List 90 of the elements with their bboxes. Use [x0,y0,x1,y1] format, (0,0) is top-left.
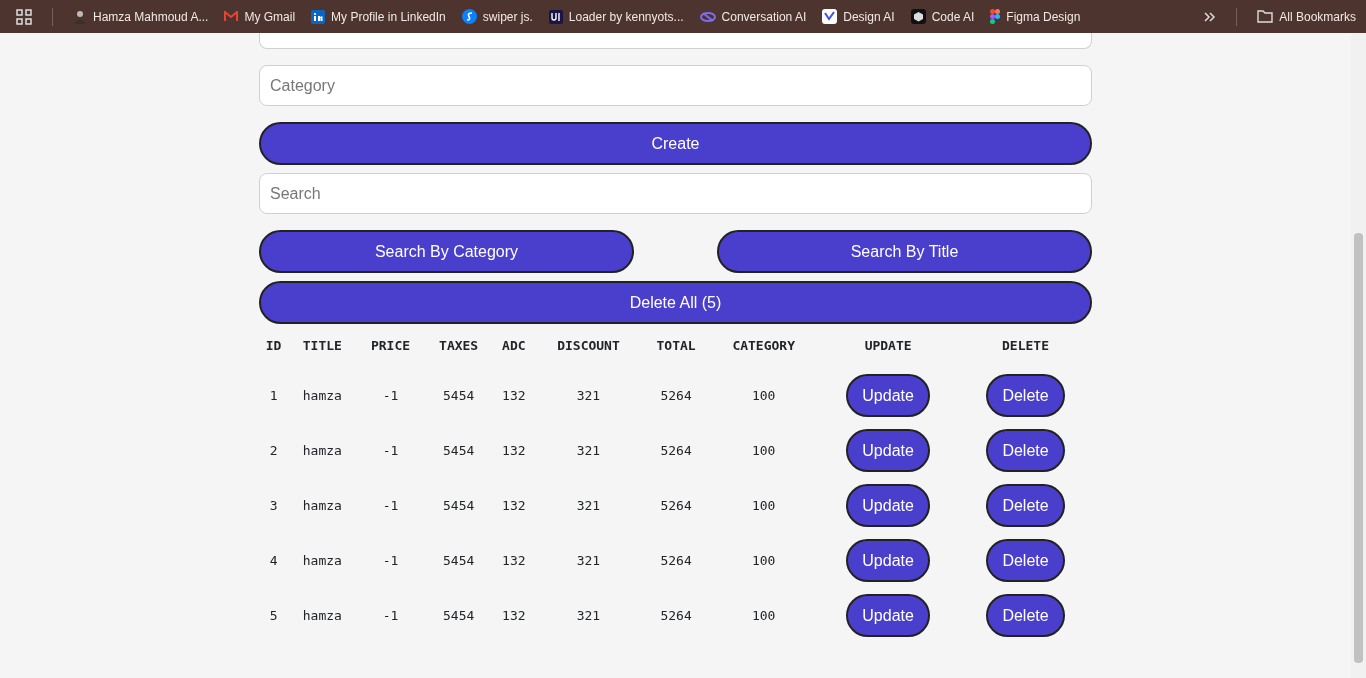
cube-icon [910,9,926,24]
bookmark-link[interactable]: Code AI [910,7,975,26]
table-cell-text: 5264 [659,441,693,460]
delete-all-button[interactable]: Delete All (5) [259,281,1092,324]
folder-icon [1257,10,1274,23]
column-header: ADC [501,337,527,356]
update-button[interactable]: Update [846,594,930,637]
table-cell-text: 132 [501,496,527,515]
table-cell-text: 321 [575,551,602,570]
bookmark-link[interactable]: Hamza Mahmoud A... [73,7,209,26]
bookmark-link[interactable]: swiper js. [461,7,533,26]
logo-icon [822,9,838,24]
table-cell-text: 321 [575,386,602,405]
table-cell-text: 5454 [442,441,476,460]
table-cell-text: -1 [381,606,400,625]
table-cell-text: 100 [750,551,777,570]
swirl-icon [699,10,716,23]
bookmark-link[interactable]: My Profile in LinkedIn [311,7,446,26]
column-header: DELETE [1001,337,1050,356]
update-button[interactable]: Update [846,484,930,527]
table-cell-text: 4 [268,551,279,570]
column-header: DISCOUNT [556,337,621,356]
table-cell-text: hamza [301,496,343,515]
category-field[interactable]: Category [259,65,1092,106]
table-cell-text: -1 [381,551,400,570]
table-cell-text: 132 [501,551,527,570]
table-cell-text: 100 [750,441,777,460]
bookmark-link[interactable]: Design AI [822,7,895,26]
table-cell-text: -1 [381,441,400,460]
table-cell-text: hamza [301,551,343,570]
update-button[interactable]: Update [846,539,930,582]
table-cell-text: 321 [575,441,602,460]
column-header: CATEGORY [731,337,796,356]
table-cell-text: 2 [268,441,279,460]
table-cell-text: 5454 [442,606,476,625]
apps-icon[interactable] [16,8,32,25]
bookmark-link[interactable]: Loader by kennyots... [548,7,684,26]
column-header: TITLE [301,337,343,356]
chevrons-icon[interactable] [1204,11,1217,22]
table-cell-text: 5264 [659,496,693,515]
table-cell-text: hamza [301,386,343,405]
table-cell-text: 5264 [659,606,693,625]
table-cell-text: 132 [501,606,527,625]
column-header: ID [264,337,283,356]
table-cell-text: 321 [575,606,602,625]
table-cell-text: 5 [268,606,279,625]
table-cell-text: 5264 [659,386,693,405]
delete-button[interactable]: Delete [986,594,1065,637]
table-cell-text: 100 [750,386,777,405]
table-cell-text: 5454 [442,496,476,515]
search-by-title-button[interactable]: Search By Title [717,230,1092,273]
search-by-category-button[interactable]: Search By Category [259,230,634,273]
delete-button[interactable]: Delete [986,484,1065,527]
update-button[interactable]: Update [846,374,930,417]
delete-button[interactable]: Delete [986,429,1065,472]
table-cell-text: 1 [268,386,279,405]
scrollbar[interactable] [1351,33,1366,678]
table-cell-text: -1 [381,386,400,405]
table-cell-text: 132 [501,441,527,460]
bookmark-link[interactable]: My Gmail [224,7,296,26]
update-button[interactable]: Update [846,429,930,472]
table-cell-text: 5454 [442,551,476,570]
table-cell-text: -1 [381,496,400,515]
delete-button[interactable]: Delete [986,539,1065,582]
delete-button[interactable]: Delete [986,374,1065,417]
bookmark-link[interactable]: Conversation AI [699,7,807,26]
swirl-icon [461,9,477,24]
person-icon [73,9,87,24]
figma-icon [990,9,1001,24]
table-cell-text: 321 [575,496,602,515]
linkedin-icon [311,9,326,24]
column-header: TAXES [438,337,480,356]
table-cell-text: 5454 [442,386,476,405]
table-cell-text: 100 [750,496,777,515]
table-cell-text: hamza [301,441,343,460]
input-field[interactable] [259,33,1092,49]
mail-icon [224,11,239,22]
table-cell-text: 132 [501,386,527,405]
table-cell-text: 5264 [659,551,693,570]
column-header: TOTAL [655,337,697,356]
column-header: PRICE [369,337,412,356]
column-header: UPDATE [863,337,913,356]
table-cell-text: hamza [301,606,343,625]
bookmark-link[interactable]: Figma Design [990,7,1081,26]
table-cell-text: 100 [750,606,777,625]
search-field[interactable]: Search [259,173,1092,214]
logo-icon [548,9,563,24]
bookmarks-folder[interactable]: All Bookmarks [1257,7,1356,26]
create-button[interactable]: Create [259,122,1092,165]
table-cell-text: 3 [268,496,279,515]
